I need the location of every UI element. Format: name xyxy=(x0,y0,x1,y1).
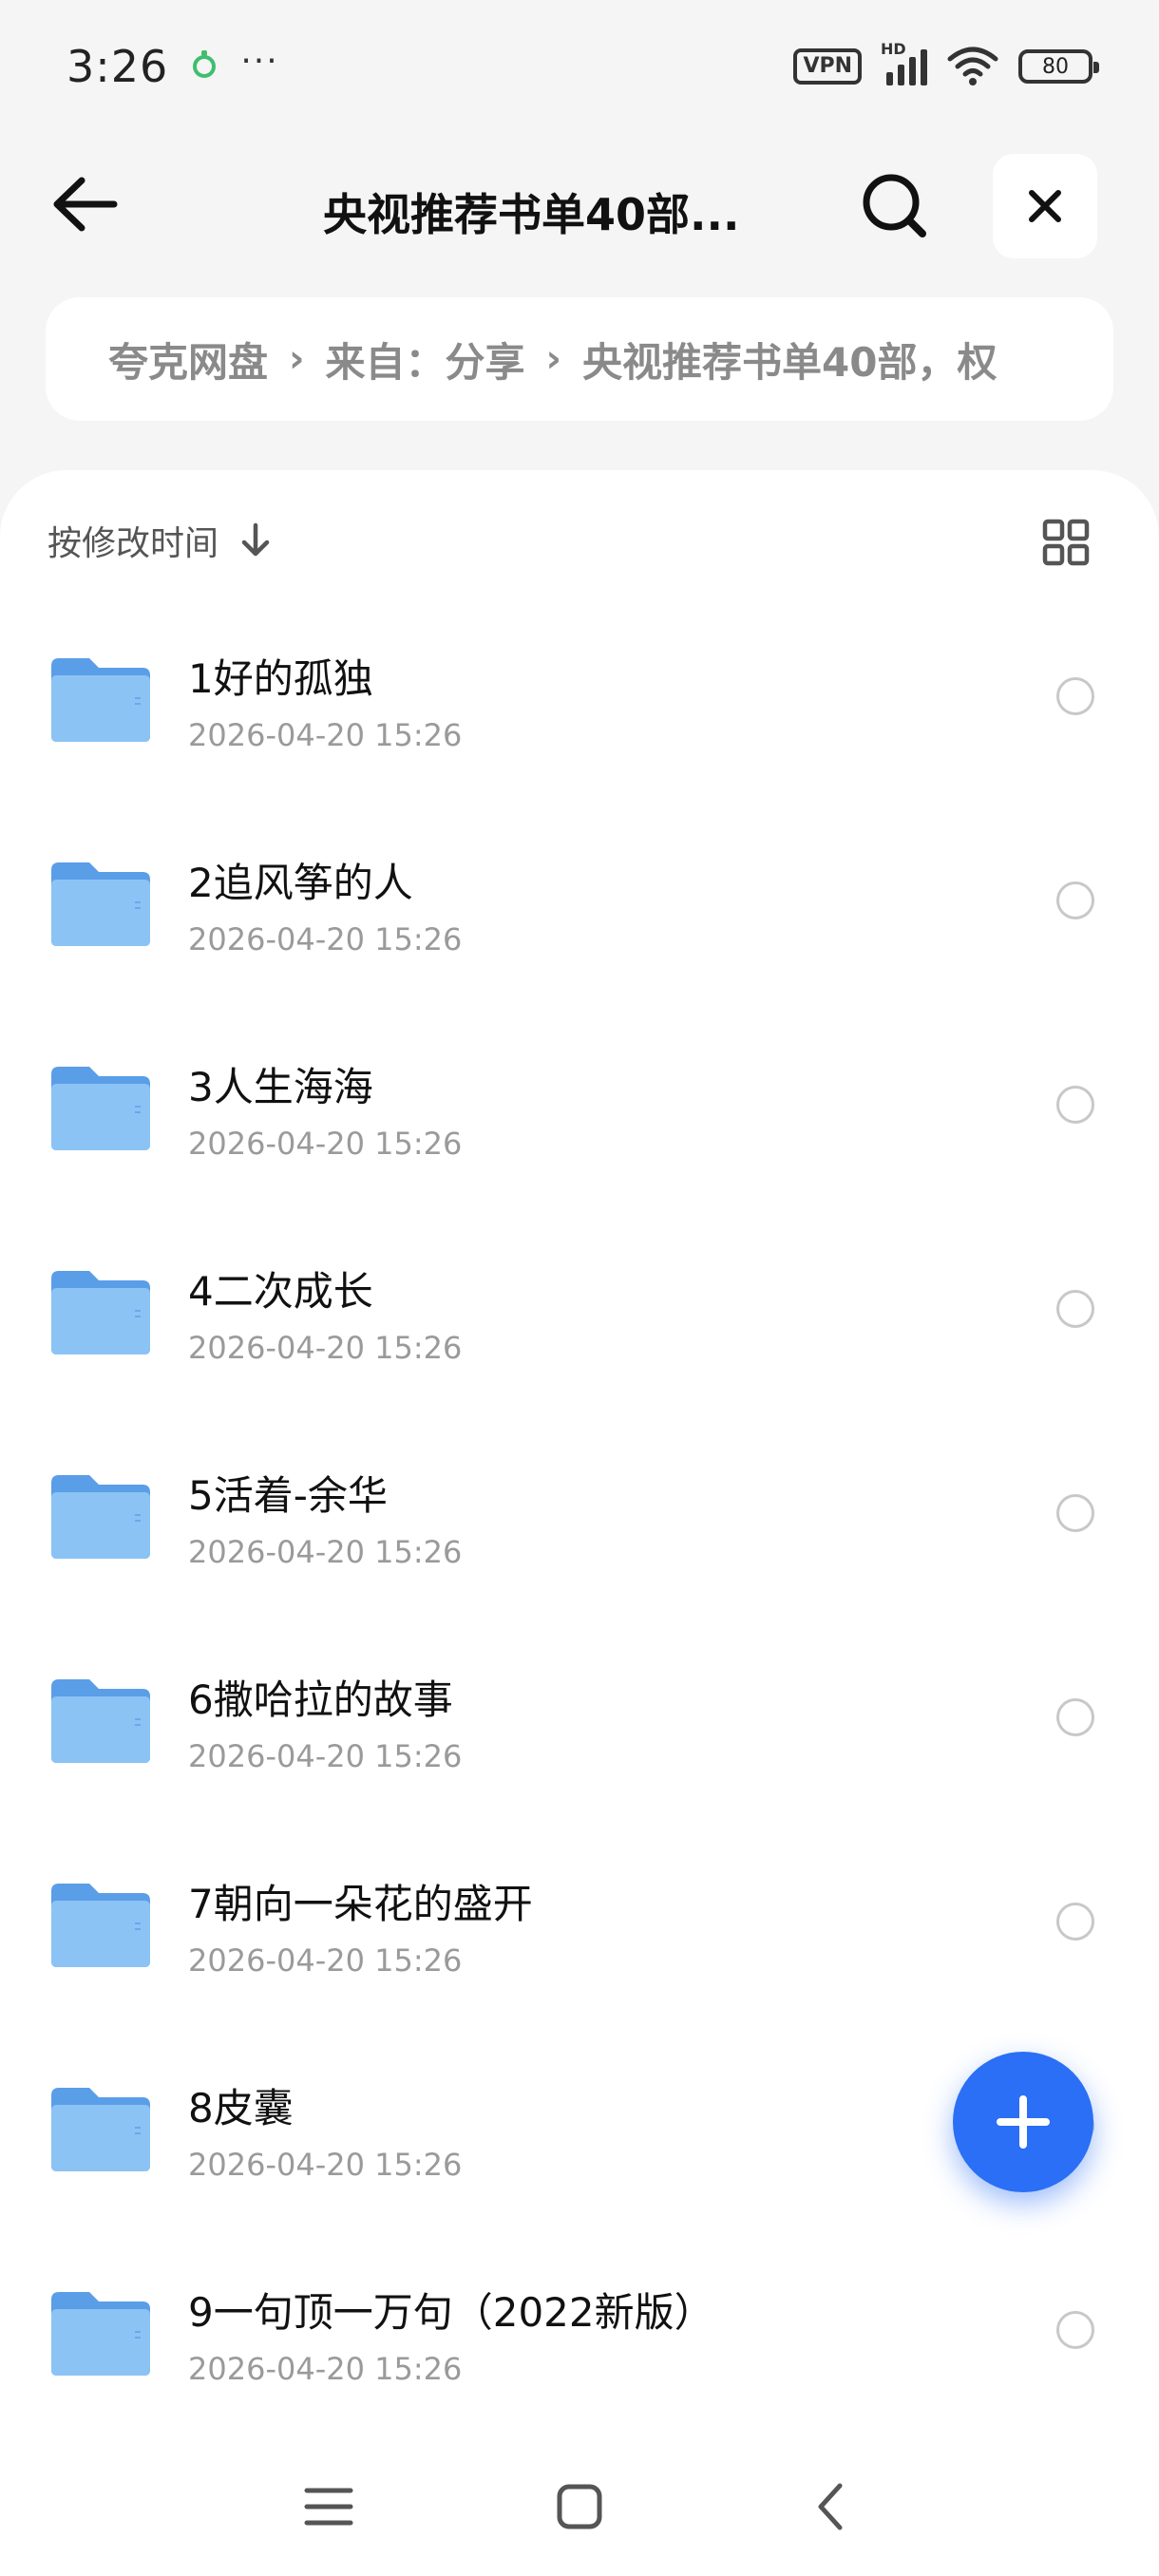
file-name: 7朝向一朵花的盛开 xyxy=(188,1881,533,1927)
file-name: 5活着-余华 xyxy=(188,1472,388,1519)
file-modified-time: 2026-04-20 15:26 xyxy=(188,1330,463,1366)
file-modified-time: 2026-04-20 15:26 xyxy=(188,2351,463,2387)
list-item[interactable]: 2追风筝的人 2026-04-20 15:26 xyxy=(0,842,1159,1046)
file-modified-time: 2026-04-20 15:26 xyxy=(188,2147,463,2183)
breadcrumb-item-current[interactable]: 央视推荐书单40部，权 xyxy=(582,331,997,388)
folder-icon xyxy=(51,1475,150,1559)
file-modified-time: 2026-04-20 15:26 xyxy=(188,1942,463,1979)
select-checkbox[interactable] xyxy=(1056,677,1094,715)
home-button[interactable] xyxy=(542,2473,618,2540)
file-name: 9一句顶一万句（2022新版） xyxy=(188,2289,714,2336)
cellular-signal-icon: HD xyxy=(881,40,927,85)
select-checkbox[interactable] xyxy=(1056,1290,1094,1328)
folder-icon xyxy=(51,2088,150,2171)
list-item[interactable]: 6撒哈拉的故事 2026-04-20 15:26 xyxy=(0,1658,1159,1863)
close-icon xyxy=(1029,190,1061,222)
page-title: 央视推荐书单40部... xyxy=(323,189,740,240)
file-browser-panel: 按修改时间 1好的孤独 2026-04-20 15:26 2追风筝的人 2026… xyxy=(0,470,1159,2576)
notification-app-icon xyxy=(193,50,217,78)
list-item[interactable]: 4二次成长 2026-04-20 15:26 xyxy=(0,1250,1159,1454)
recent-apps-button[interactable] xyxy=(291,2473,367,2540)
status-bar: 3:26 ··· VPN HD 80 xyxy=(0,0,1159,133)
list-item[interactable]: 7朝向一朵花的盛开 2026-04-20 15:26 xyxy=(0,1863,1159,2067)
grid-view-toggle[interactable] xyxy=(1041,518,1091,567)
system-navigation-bar xyxy=(0,2441,1159,2576)
battery-indicator: 80 xyxy=(1018,49,1099,84)
file-modified-time: 2026-04-20 15:26 xyxy=(188,1534,463,1570)
sort-label: 按修改时间 xyxy=(48,524,219,563)
list-item[interactable]: 5活着-余华 2026-04-20 15:26 xyxy=(0,1454,1159,1658)
grid-view-icon xyxy=(1042,519,1090,566)
file-name: 1好的孤独 xyxy=(188,655,373,702)
vpn-badge: VPN xyxy=(793,48,862,85)
select-checkbox[interactable] xyxy=(1056,2311,1094,2349)
close-button[interactable] xyxy=(993,154,1097,258)
file-name: 6撒哈拉的故事 xyxy=(188,1676,453,1723)
breadcrumb-item-share[interactable]: 来自：分享 xyxy=(326,331,525,388)
select-checkbox[interactable] xyxy=(1056,1494,1094,1532)
folder-icon xyxy=(51,862,150,946)
wifi-icon xyxy=(947,47,998,85)
file-name: 2追风筝的人 xyxy=(188,860,413,906)
file-modified-time: 2026-04-20 15:26 xyxy=(188,717,463,753)
file-modified-time: 2026-04-20 15:26 xyxy=(188,921,463,957)
file-modified-time: 2026-04-20 15:26 xyxy=(188,1126,463,1162)
folder-icon xyxy=(51,1067,150,1150)
more-notifications-icon: ··· xyxy=(240,41,279,81)
breadcrumb-separator-icon: › xyxy=(545,337,561,381)
folder-icon xyxy=(51,658,150,742)
select-checkbox[interactable] xyxy=(1056,1086,1094,1124)
chevron-left-icon xyxy=(818,2483,843,2530)
file-name: 8皮囊 xyxy=(188,2085,294,2131)
folder-icon xyxy=(51,2292,150,2376)
back-button[interactable] xyxy=(48,171,124,237)
file-modified-time: 2026-04-20 15:26 xyxy=(188,1738,463,1774)
search-icon xyxy=(863,174,926,237)
list-item[interactable]: 3人生海海 2026-04-20 15:26 xyxy=(0,1046,1159,1250)
select-checkbox[interactable] xyxy=(1056,1903,1094,1941)
status-time: 3:26 xyxy=(66,41,169,92)
top-app-bar: 央视推荐书单40部... xyxy=(0,142,1159,266)
menu-icon xyxy=(304,2488,353,2526)
select-checkbox[interactable] xyxy=(1056,881,1094,919)
list-item[interactable]: 1好的孤独 2026-04-20 15:26 xyxy=(0,637,1159,842)
arrow-down-icon xyxy=(241,522,270,557)
breadcrumb: 夸克网盘 › 来自：分享 › 央视推荐书单40部，权 xyxy=(46,297,1113,421)
arrow-left-icon xyxy=(53,177,118,232)
breadcrumb-separator-icon: › xyxy=(289,337,305,381)
folder-icon xyxy=(51,1271,150,1354)
sort-button[interactable]: 按修改时间 xyxy=(48,516,272,565)
status-left: 3:26 ··· xyxy=(66,41,279,92)
file-list: 1好的孤独 2026-04-20 15:26 2追风筝的人 2026-04-20… xyxy=(0,637,1159,2475)
file-name: 4二次成长 xyxy=(188,1268,373,1315)
network-type-label: HD xyxy=(881,40,906,58)
folder-icon xyxy=(51,1884,150,1967)
nav-back-button[interactable] xyxy=(792,2473,868,2540)
home-square-icon xyxy=(557,2484,602,2529)
add-button[interactable] xyxy=(953,2052,1093,2192)
breadcrumb-item-root[interactable]: 夸克网盘 xyxy=(108,331,268,388)
plus-icon xyxy=(997,2095,1050,2149)
select-checkbox[interactable] xyxy=(1056,1698,1094,1736)
status-right: VPN HD 80 xyxy=(793,40,1099,87)
folder-icon xyxy=(51,1679,150,1763)
search-button[interactable] xyxy=(860,171,931,242)
file-name: 3人生海海 xyxy=(188,1064,373,1110)
